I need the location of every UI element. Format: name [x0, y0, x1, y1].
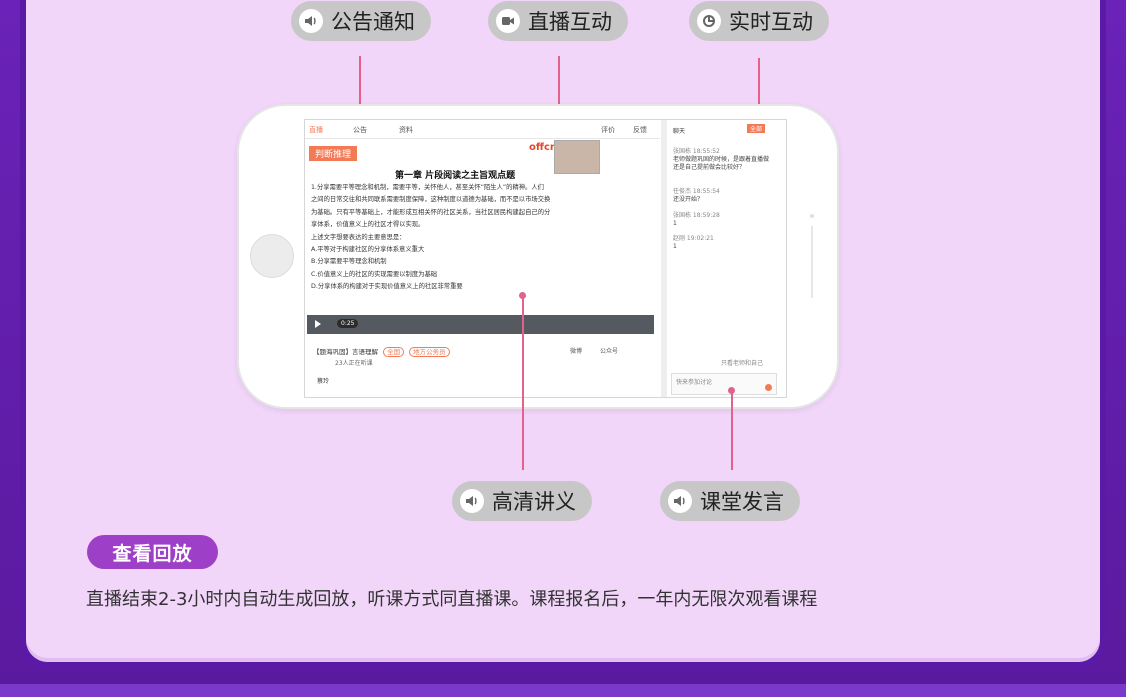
chat-message-author: 任俊杰 18:55:54: [673, 188, 720, 195]
chat-input[interactable]: 快来参加讨论: [671, 373, 777, 395]
chat-message-author: 张国栋 18:59:28: [673, 212, 720, 219]
live-class-screen: 直播 公告 资料 评价 反馈 判断推理 offcn 第一章 片段阅读之主旨观点题…: [304, 119, 787, 398]
chat-message-text: 1: [673, 220, 677, 227]
feature-announce: 公告通知: [291, 1, 431, 41]
share-gzh[interactable]: 公众号: [600, 348, 618, 355]
feature-lecture-label: 高清讲义: [492, 490, 576, 514]
tab-materials[interactable]: 资料: [399, 125, 413, 135]
chat-message-text: 还没开始？: [673, 196, 704, 203]
connector-lecture: [522, 294, 524, 470]
tab-announce[interactable]: 公告: [353, 125, 367, 135]
speaker-icon: [668, 489, 692, 513]
doc-line: 为基础。只有平等基础上，才能形成互相关怀的社区关系，当社区居民构建起自己的分: [311, 208, 551, 216]
view-replay-button[interactable]: 查看回放: [87, 535, 218, 569]
course-badge: 地方公务员: [409, 347, 450, 357]
connector-classroom: [731, 390, 733, 470]
doc-line: 上述文字想要表达的主要意思是：: [311, 233, 406, 241]
bottom-strip: [0, 684, 1126, 697]
feature-realtime-label: 实时互动: [729, 10, 813, 34]
volume-icon[interactable]: [315, 320, 321, 328]
speaker-icon: [460, 489, 484, 513]
chat-message: 张国栋 18:55:52 老师做题巩固的时候，是跟着直播做还是自己提前做会比较好…: [673, 148, 773, 172]
chat-message: 张国栋 18:59:28 1: [673, 212, 773, 228]
connector-dot-lecture: [519, 292, 526, 299]
share-weibo[interactable]: 微博: [570, 348, 582, 355]
chat-header: 聊天: [673, 128, 686, 135]
phone-home-button: [250, 234, 294, 278]
chat-panel: 聊天 全部 张国栋 18:55:52 老师做题巩固的时候，是跟着直播做还是自己提…: [667, 120, 786, 397]
feature-announce-label: 公告通知: [331, 10, 415, 34]
chat-option[interactable]: 只看老师和自己: [721, 358, 763, 367]
screen-tabs: 直播 公告 资料 评价 反馈: [305, 120, 660, 139]
course-title: 【题海巩固】言语理解: [313, 348, 378, 356]
doc-line: D.分享体系的构建对于实现价值意义上的社区非常重要: [311, 283, 463, 291]
speaker-icon: [299, 9, 323, 33]
replay-description: 直播结束2-3小时内自动生成回放，听课方式同直播课。课程报名后，一年内无限次观看…: [86, 589, 818, 610]
feature-classroom-label: 课堂发言: [700, 490, 784, 514]
phone-sensor: [810, 214, 814, 218]
chat-filter-badge[interactable]: 全部: [747, 124, 766, 133]
chat-message-author: 赵刚 19:02:21: [673, 235, 714, 242]
chat-placeholder: 快来参加讨论: [676, 379, 713, 386]
doc-line: B.分享需要平等理念和机制: [311, 258, 387, 266]
doc-line: C.价值意义上的社区的实现需要以制度为基础: [311, 270, 438, 278]
share-row: 微博 公众号: [570, 346, 618, 355]
doc-line: 1.分享需要平等理念和机制，需要平等，关怀他人，甚至关怀“陌生人”的精神。人们: [311, 184, 544, 191]
feature-realtime: 实时互动: [689, 1, 829, 41]
connector-dot-classroom: [728, 387, 735, 394]
feature-lecture: 高清讲义: [452, 481, 592, 521]
chat-message-author: 张国栋 18:55:52: [673, 148, 720, 155]
doc-title: 第一章 片段阅读之主旨观点题: [395, 171, 516, 181]
player-time: 0:25: [337, 319, 359, 328]
send-icon[interactable]: [765, 384, 772, 391]
feature-classroom: 课堂发言: [660, 481, 800, 521]
chat-message-text: 1: [673, 243, 677, 250]
feedback-link[interactable]: 反馈: [633, 125, 647, 135]
teacher-camera: [554, 140, 600, 174]
video-player-bar[interactable]: 0:25: [307, 315, 654, 334]
rate-link[interactable]: 评价: [601, 125, 615, 135]
listener-count: 23人正在听课: [335, 360, 373, 367]
brand-logo: offcn: [529, 142, 558, 153]
course-badge: 全国: [383, 347, 405, 357]
video-camera-icon: [496, 9, 520, 33]
tab-live[interactable]: 直播: [309, 125, 323, 135]
chat-message: 任俊杰 18:55:54 还没开始？: [673, 188, 773, 204]
course-title-row: 【题海巩固】言语理解 全国 地方公务员: [313, 346, 450, 357]
doc-line: A.平等对于构建社区的分享体系意义重大: [311, 246, 425, 254]
doc-line: 之间的日常交往和共同联系需要制度保障，这种制度以道德为基础，而不是以市场交换: [311, 196, 551, 204]
feature-live-label: 直播互动: [528, 10, 612, 34]
doc-line: 享体系，价值意义上的社区才得以实现。: [311, 221, 425, 229]
topic-tag: 判断推理: [309, 146, 358, 161]
chat-message-text: 老师做题巩固的时候，是跟着直播做还是自己提前做会比较好？: [673, 156, 770, 171]
teacher-name: 蔡玲: [317, 378, 330, 385]
chat-refresh-icon: [697, 9, 721, 33]
phone-side-bar: [811, 226, 813, 298]
feature-live: 直播互动: [488, 1, 628, 41]
chat-message: 赵刚 19:02:21 1: [673, 235, 773, 251]
